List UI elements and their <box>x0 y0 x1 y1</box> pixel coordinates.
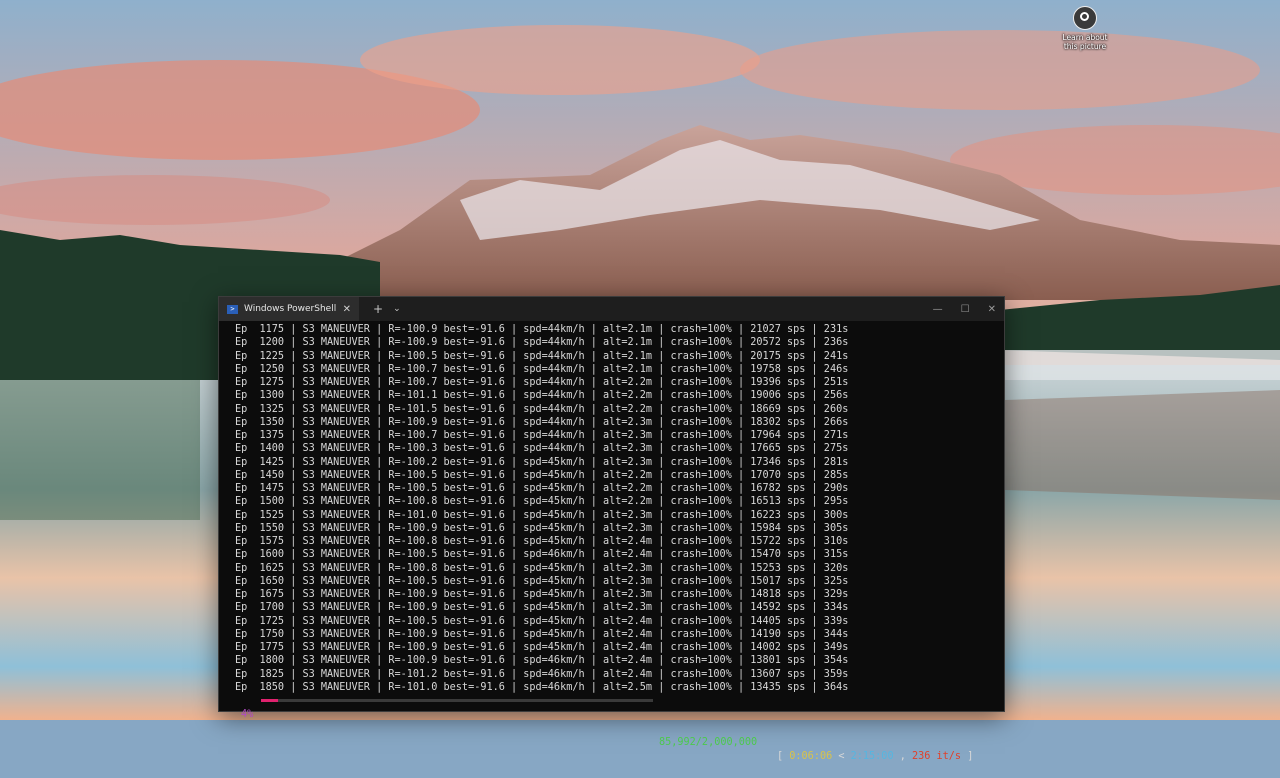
bracket-open: [ <box>777 751 784 762</box>
terminal-line: Ep 1450 | S3 MANEUVER | R=-100.5 best=-9… <box>235 469 849 481</box>
tab-title: Windows PowerShell <box>244 304 337 314</box>
close-tab-icon[interactable]: ✕ <box>343 304 351 315</box>
window-controls: — ☐ ✕ <box>915 297 996 321</box>
new-tab-button[interactable]: + <box>373 302 383 316</box>
terminal-output[interactable]: Ep 1175 | S3 MANEUVER | R=-100.9 best=-9… <box>219 321 1004 694</box>
terminal-line: Ep 1800 | S3 MANEUVER | R=-100.9 best=-9… <box>235 655 849 667</box>
terminal-line: Ep 1225 | S3 MANEUVER | R=-100.5 best=-9… <box>235 350 849 362</box>
terminal-line: Ep 1350 | S3 MANEUVER | R=-100.9 best=-9… <box>235 416 849 428</box>
terminal-line: Ep 1600 | S3 MANEUVER | R=-100.5 best=-9… <box>235 549 849 561</box>
camera-icon <box>1073 6 1097 30</box>
remaining-time: 2:15:00 <box>850 751 894 762</box>
comma: , <box>899 751 906 762</box>
terminal-line: Ep 1275 | S3 MANEUVER | R=-100.7 best=-9… <box>235 377 849 388</box>
iteration-rate: 236 it/s <box>912 751 962 762</box>
progress-bar <box>261 699 653 702</box>
terminal-line: Ep 1775 | S3 MANEUVER | R=-100.9 best=-9… <box>235 642 849 653</box>
terminal-line: Ep 1550 | S3 MANEUVER | R=-100.9 best=-9… <box>235 522 849 534</box>
terminal-line: Ep 1625 | S3 MANEUVER | R=-100.8 best=-9… <box>235 562 849 574</box>
terminal-line: Ep 1575 | S3 MANEUVER | R=-100.8 best=-9… <box>235 536 849 547</box>
terminal-line: Ep 1475 | S3 MANEUVER | R=-100.5 best=-9… <box>235 483 849 494</box>
shortcut-label: Learn about this picture <box>1062 33 1108 51</box>
terminal-line: Ep 1175 | S3 MANEUVER | R=-100.9 best=-9… <box>235 324 849 335</box>
terminal-line: Ep 1750 | S3 MANEUVER | R=-100.9 best=-9… <box>235 628 849 640</box>
tab-windows-powershell[interactable]: > Windows PowerShell ✕ <box>219 297 359 321</box>
terminal-line: Ep 1325 | S3 MANEUVER | R=-101.5 best=-9… <box>235 403 849 415</box>
progress-status-line: 4% 85,992/2,000,000 [ 0:06:06 < 2:15:00 … <box>219 694 1004 762</box>
time-separator: < <box>838 751 845 762</box>
maximize-button[interactable]: ☐ <box>961 304 970 315</box>
terminal-line: Ep 1500 | S3 MANEUVER | R=-100.8 best=-9… <box>235 496 849 508</box>
terminal-line: Ep 1425 | S3 MANEUVER | R=-100.2 best=-9… <box>235 456 849 468</box>
powershell-window[interactable]: > Windows PowerShell ✕ + ⌄ — ☐ ✕ Ep 1175… <box>218 296 1005 762</box>
terminal-line: Ep 1725 | S3 MANEUVER | R=-100.5 best=-9… <box>235 615 849 627</box>
close-window-button[interactable]: ✕ <box>988 304 996 315</box>
terminal-line: Ep 1525 | S3 MANEUVER | R=-101.0 best=-9… <box>235 509 849 521</box>
bracket-close: ] <box>967 751 974 762</box>
terminal-line: Ep 1850 | S3 MANEUVER | R=-101.0 best=-9… <box>235 681 849 693</box>
terminal-line: Ep 1650 | S3 MANEUVER | R=-100.5 best=-9… <box>235 575 849 587</box>
progress-bar-fill <box>261 699 278 702</box>
terminal-line: Ep 1375 | S3 MANEUVER | R=-100.7 best=-9… <box>235 430 849 441</box>
tab-dropdown-chevron-icon[interactable]: ⌄ <box>393 304 401 314</box>
terminal-line: Ep 1300 | S3 MANEUVER | R=-101.1 best=-9… <box>235 390 849 402</box>
learn-about-picture-shortcut[interactable]: Learn about this picture <box>1062 6 1108 51</box>
minimize-button[interactable]: — <box>933 304 943 315</box>
progress-count: 85,992/2,000,000 <box>659 737 758 748</box>
terminal-line: Ep 1400 | S3 MANEUVER | R=-100.3 best=-9… <box>235 443 849 455</box>
powershell-icon: > <box>227 304 238 314</box>
terminal-line: Ep 1250 | S3 MANEUVER | R=-100.7 best=-9… <box>235 363 849 375</box>
terminal-line: Ep 1700 | S3 MANEUVER | R=-100.9 best=-9… <box>235 602 849 614</box>
progress-timing: [ 0:06:06 < 2:15:00 , 236 it/s ] <box>777 750 973 764</box>
elapsed-time: 0:06:06 <box>789 751 833 762</box>
terminal-line: Ep 1825 | S3 MANEUVER | R=-101.2 best=-9… <box>235 668 849 680</box>
terminal-line: Ep 1200 | S3 MANEUVER | R=-100.9 best=-9… <box>235 337 849 349</box>
terminal-line: Ep 1675 | S3 MANEUVER | R=-100.9 best=-9… <box>235 589 849 600</box>
title-bar[interactable]: > Windows PowerShell ✕ + ⌄ — ☐ ✕ <box>219 297 1004 321</box>
